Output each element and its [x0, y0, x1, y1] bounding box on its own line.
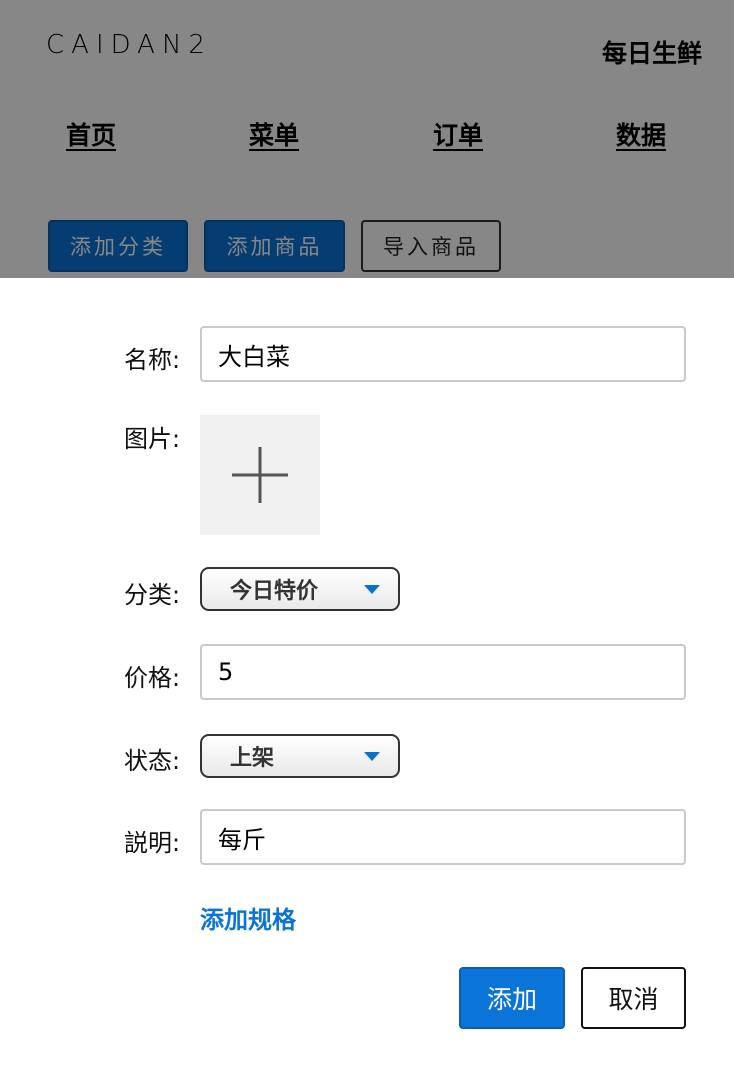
name-input[interactable] [200, 326, 686, 382]
add-product-modal: 名称: 图片: 分类: 今日特价 价格: 状态: 上架 説明: 添加规格 添加 … [0, 278, 734, 1078]
category-select-value: 今日特价 [230, 579, 319, 604]
add-spec-link[interactable]: 添加规格 [200, 900, 296, 935]
name-label: 名称: [124, 346, 181, 374]
status-select-value: 上架 [230, 746, 275, 771]
image-upload-button[interactable] [200, 415, 320, 535]
plus-icon [232, 447, 288, 503]
status-label: 状态: [124, 747, 181, 775]
cancel-button[interactable]: 取消 [581, 967, 686, 1029]
submit-button[interactable]: 添加 [459, 967, 565, 1029]
status-select[interactable]: 上架 [200, 734, 400, 778]
description-input[interactable] [200, 809, 686, 865]
price-input[interactable] [200, 644, 686, 700]
category-label: 分类: [124, 581, 181, 609]
chevron-down-icon [364, 751, 380, 761]
image-label: 图片: [124, 425, 181, 453]
price-label: 价格: [124, 664, 181, 692]
chevron-down-icon [364, 584, 380, 594]
category-select[interactable]: 今日特价 [200, 567, 400, 611]
description-label: 説明: [124, 829, 181, 857]
